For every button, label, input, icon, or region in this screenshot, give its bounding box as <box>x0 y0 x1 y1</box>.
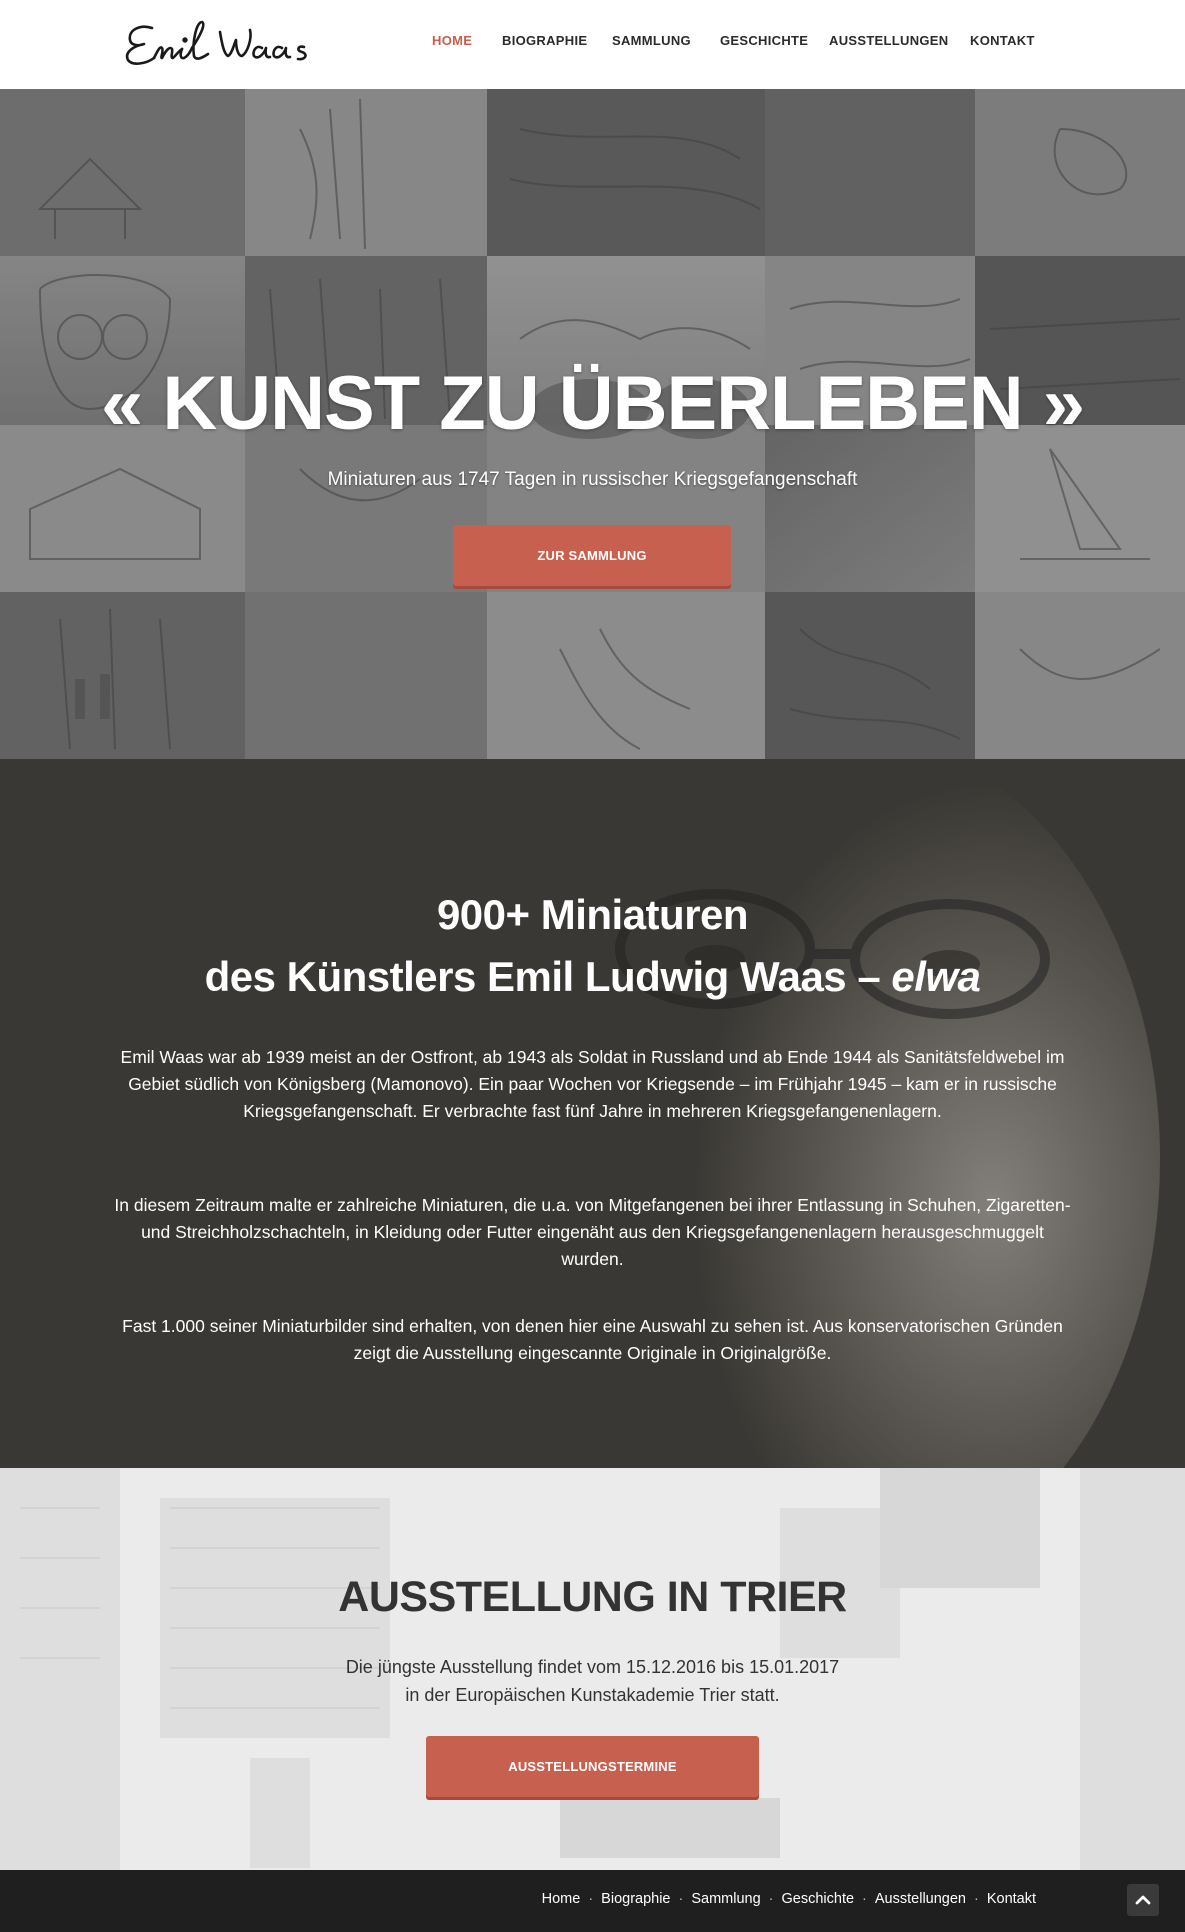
exhibition-section: AUSSTELLUNG IN TRIER Die jüngste Ausstel… <box>0 1468 1185 1870</box>
zur-sammlung-button[interactable]: ZUR SAMMLUNG <box>453 525 731 586</box>
footer-link-kontakt[interactable]: Kontakt <box>987 1891 1036 1907</box>
exhibition-text-line2: in der Europäischen Kunstakademie Trier … <box>405 1685 780 1705</box>
intro-title-line1: 900+ Miniaturen <box>436 891 749 938</box>
footer-separator: · <box>588 1891 594 1907</box>
ausstellungstermine-button[interactable]: AUSSTELLUNGSTERMINE <box>426 1736 759 1797</box>
back-to-top-button[interactable] <box>1127 1884 1159 1916</box>
intro-paragraph-3: Fast 1.000 seiner Miniaturbilder sind er… <box>122 1316 1063 1363</box>
nav-item-ausstellungen[interactable]: AUSSTELLUNGEN <box>829 33 948 48</box>
chevron-up-icon <box>1135 1895 1151 1905</box>
nav-item-sammlung[interactable]: SAMMLUNG <box>612 33 691 48</box>
nav-item-geschichte[interactable]: GESCHICHTE <box>720 33 808 48</box>
intro-section: 900+ Miniaturen des Künstlers Emil Ludwi… <box>0 759 1185 1468</box>
footer-link-biographie[interactable]: Biographie <box>601 1891 670 1907</box>
intro-paragraph-1: Emil Waas war ab 1939 meist an der Ostfr… <box>120 1047 1065 1121</box>
exhibition-text-line1: Die jüngste Ausstellung findet vom 15.12… <box>345 1657 840 1677</box>
footer-nav: Home · Biographie · Sammlung · Geschichte · Auss… <box>542 1891 1036 1907</box>
logo[interactable] <box>122 14 334 70</box>
hero-section: « KUNST ZU ÜBERLEBEN » Miniaturen aus 17… <box>0 89 1185 759</box>
site-header: HOME BIOGRAPHIE SAMMLUNG GESCHICHTE AUSS… <box>0 0 1185 89</box>
footer-separator: · <box>768 1891 774 1907</box>
footer-separator: · <box>862 1891 867 1907</box>
footer-link-geschichte[interactable]: Geschichte <box>782 1891 855 1907</box>
intro-title-emphasis: elwa <box>891 953 981 1000</box>
exhibition-text: Die jüngste Ausstellung findet vom 15.12… <box>0 1653 1185 1709</box>
nav-item-home[interactable]: HOME <box>432 33 472 48</box>
footer-link-sammlung[interactable]: Sammlung <box>691 1891 760 1907</box>
hero-subtitle: Miniaturen aus 1747 Tagen in russischer … <box>327 469 858 490</box>
footer-link-home[interactable]: Home <box>542 1891 581 1907</box>
intro-paragraph-2: In diesem Zeitraum malte er zahlreiche M… <box>114 1195 1071 1269</box>
intro-title: 900+ Miniaturen des Künstlers Emil Ludwi… <box>0 884 1185 1008</box>
nav-item-biographie[interactable]: BIOGRAPHIE <box>502 33 587 48</box>
footer-separator: · <box>973 1891 979 1907</box>
logo-signature-icon <box>125 20 307 65</box>
intro-title-line2: des Künstlers Emil Ludwig Waas – <box>204 953 892 1000</box>
exhibition-title: AUSSTELLUNG IN TRIER <box>338 1573 847 1621</box>
nav-item-kontakt[interactable]: KONTAKT <box>970 33 1035 48</box>
footer-separator: · <box>678 1891 684 1907</box>
footer-link-ausstellungen[interactable]: Ausstellungen <box>875 1891 966 1907</box>
site-footer: Home · Biographie · Sammlung · Geschichte · Auss… <box>0 1870 1185 1932</box>
hero-title: « KUNST ZU ÜBERLEBEN » <box>101 361 1085 446</box>
